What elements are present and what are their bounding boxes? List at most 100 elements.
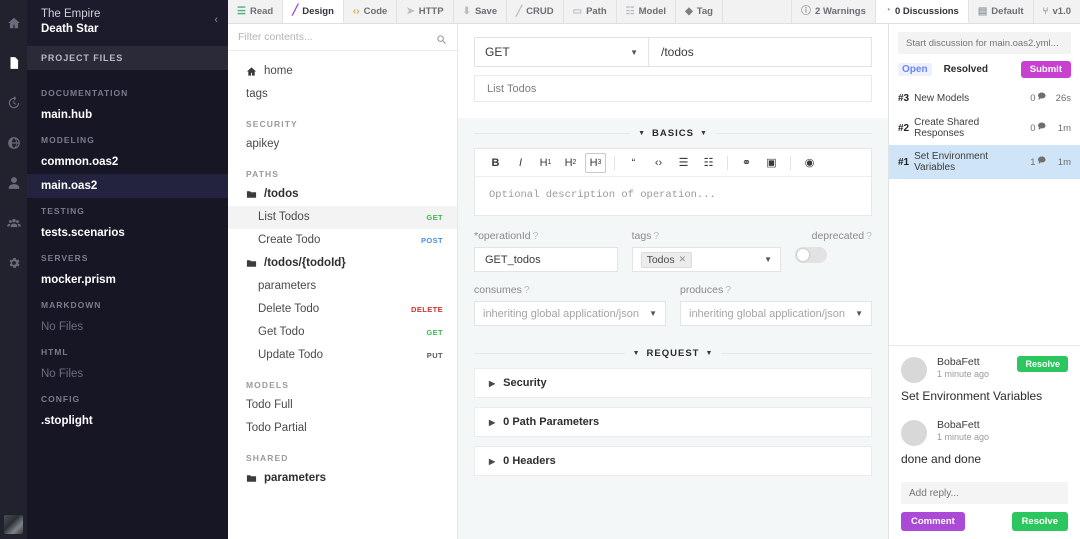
team-icon[interactable]	[3, 212, 25, 234]
request-section-toggle[interactable]: ▼ REQUEST ▼	[624, 344, 722, 362]
divider-line-right-2	[721, 352, 872, 354]
project-name: Death Star	[41, 23, 99, 35]
consumes-select[interactable]: inheriting global application/json ▼	[474, 301, 666, 326]
tree-item[interactable]: List Todos GET	[228, 206, 457, 229]
toolbar-item-model[interactable]: ☷ Model	[617, 0, 677, 23]
toolbar-item-save[interactable]: ⬇ Save	[454, 0, 508, 23]
help-icon-tags[interactable]: ?	[653, 230, 659, 242]
sidebar-file-item[interactable]: tests.scenarios	[27, 221, 228, 245]
toolbar-item-tag[interactable]: ◆ Tag	[676, 0, 723, 23]
new-discussion-row	[889, 24, 1080, 54]
toolbar-item-crud[interactable]: ╱ CRUD	[507, 0, 564, 23]
toolbar-item-0-discussions[interactable]: ◔ 0 Discussions	[875, 0, 969, 23]
tree-item[interactable]: apikey	[228, 133, 457, 156]
accordion-label: 0 Path Parameters	[503, 416, 600, 428]
tree-item[interactable]: parameters	[228, 467, 457, 490]
summary-input[interactable]	[474, 75, 872, 102]
toolbar-item-path[interactable]: ▭ Path	[564, 0, 617, 23]
bold-icon[interactable]: B	[485, 153, 506, 173]
toolbar-item-http[interactable]: ➤ HTTP	[397, 0, 454, 23]
preview-icon[interactable]: ◉	[799, 153, 820, 173]
filter-input[interactable]	[238, 31, 430, 43]
accordion-0-path-parameters[interactable]: ▶ 0 Path Parameters	[474, 407, 872, 437]
toolbar-item-read[interactable]: ☰ Read	[228, 0, 284, 23]
heading2-icon[interactable]: H2	[560, 153, 581, 173]
request-label: REQUEST	[646, 347, 700, 359]
tree-item[interactable]: /todos/{todoId}	[228, 252, 457, 275]
files-icon[interactable]	[3, 52, 25, 74]
remove-tag-icon[interactable]: ✕	[679, 254, 687, 265]
discussion-item[interactable]: #3 New Models 0 🗭 26s	[889, 85, 1080, 111]
history-icon[interactable]	[3, 92, 25, 114]
globe-icon[interactable]	[3, 132, 25, 154]
discussion-item[interactable]: #2 Create Shared Responses 0 🗭 1m	[889, 111, 1080, 145]
discussion-item[interactable]: #1 Set Environment Variables 1 🗭 1m	[889, 145, 1080, 179]
comment-button[interactable]: Comment	[901, 512, 965, 531]
tree-item[interactable]: home	[228, 60, 457, 83]
tab-open[interactable]: Open	[898, 63, 932, 76]
link-icon[interactable]: ⚭	[736, 153, 757, 173]
help-icon-produces[interactable]: ?	[725, 284, 731, 296]
sidebar-file-item[interactable]: common.oas2	[27, 150, 228, 174]
resolve-thread-button[interactable]: Resolve	[1017, 356, 1068, 372]
toolbar-item-2-warnings[interactable]: ⓘ 2 Warnings	[792, 0, 876, 23]
sidebar-file-item[interactable]: .stoplight	[27, 409, 228, 433]
heading3-icon[interactable]: H3	[585, 152, 606, 173]
tag-chip[interactable]: Todos ✕	[640, 251, 693, 268]
toolbar-item-code[interactable]: ‹› Code	[344, 0, 398, 23]
tags-select[interactable]: Todos ✕ ▼	[631, 247, 782, 272]
image-icon[interactable]: ▣	[761, 153, 782, 173]
tree-item[interactable]: Update Todo PUT	[228, 344, 457, 367]
caret-right-icon: ▶	[489, 456, 496, 466]
new-discussion-input[interactable]	[898, 32, 1071, 54]
italic-icon[interactable]: I	[510, 153, 531, 173]
search-icon[interactable]	[436, 32, 447, 44]
accordion-0-headers[interactable]: ▶ 0 Headers	[474, 446, 872, 476]
help-icon-deprecated[interactable]: ?	[866, 230, 872, 242]
reply-input[interactable]	[901, 482, 1068, 504]
gear-icon[interactable]	[3, 252, 25, 274]
resolve-button[interactable]: Resolve	[1011, 512, 1068, 531]
description-placeholder[interactable]: Optional description of operation...	[475, 177, 871, 215]
user-icon[interactable]	[3, 172, 25, 194]
tree-item[interactable]: Get Todo GET	[228, 321, 457, 344]
tree-item[interactable]: Create Todo POST	[228, 229, 457, 252]
comment-icon: 🗭	[1037, 92, 1046, 101]
sidebar-file-item[interactable]: main.oas2	[27, 174, 228, 198]
caret-down-icon-left: ▼	[638, 129, 647, 137]
avatar[interactable]	[4, 515, 23, 534]
code-icon[interactable]: ‹›	[648, 153, 669, 173]
toolbar-item-design[interactable]: ╱ Design	[283, 0, 344, 23]
toolbar-item-label: 0 Discussions	[894, 5, 959, 17]
tree-item[interactable]: Todo Full	[228, 394, 457, 417]
home-icon[interactable]	[3, 12, 25, 34]
discussion-spacer	[889, 179, 1080, 345]
submit-button[interactable]: Submit	[1020, 61, 1071, 78]
tree-item[interactable]: tags	[228, 83, 457, 106]
numbered-list-icon[interactable]: ☷	[698, 153, 719, 173]
accordion-security[interactable]: ▶ Security	[474, 368, 872, 398]
collapse-sidebar-button[interactable]: ‹	[214, 14, 218, 26]
quote-icon[interactable]: “	[623, 153, 644, 173]
tree-item[interactable]: Todo Partial	[228, 417, 457, 440]
toolbar-item-default[interactable]: ▤ Default	[969, 0, 1034, 23]
basics-section-toggle[interactable]: ▼ BASICS ▼	[630, 124, 716, 142]
tree-item[interactable]: Delete Todo DELETE	[228, 298, 457, 321]
deprecated-toggle[interactable]	[795, 247, 828, 263]
help-icon-operation-id[interactable]: ?	[533, 230, 539, 242]
tab-resolved[interactable]: Resolved	[944, 64, 988, 75]
http-method-select[interactable]: GET ▼	[474, 37, 649, 67]
tree-item[interactable]: /todos	[228, 183, 457, 206]
path-input[interactable]	[649, 37, 872, 67]
produces-select[interactable]: inheriting global application/json ▼	[680, 301, 872, 326]
sidebar-file-item[interactable]: main.hub	[27, 103, 228, 127]
tree-item[interactable]: parameters	[228, 275, 457, 298]
toolbar-item-label: Model	[638, 6, 667, 17]
sidebar-file-item[interactable]: mocker.prism	[27, 268, 228, 292]
operation-id-input[interactable]: GET_todos	[474, 247, 618, 272]
toolbar-item-v1-0[interactable]: ⑂ v1.0	[1034, 0, 1080, 23]
bullet-list-icon[interactable]: ☰	[673, 153, 694, 173]
comment-count: 0 🗭	[1030, 91, 1046, 105]
help-icon-consumes[interactable]: ?	[524, 284, 530, 296]
heading1-icon[interactable]: H1	[535, 153, 556, 173]
